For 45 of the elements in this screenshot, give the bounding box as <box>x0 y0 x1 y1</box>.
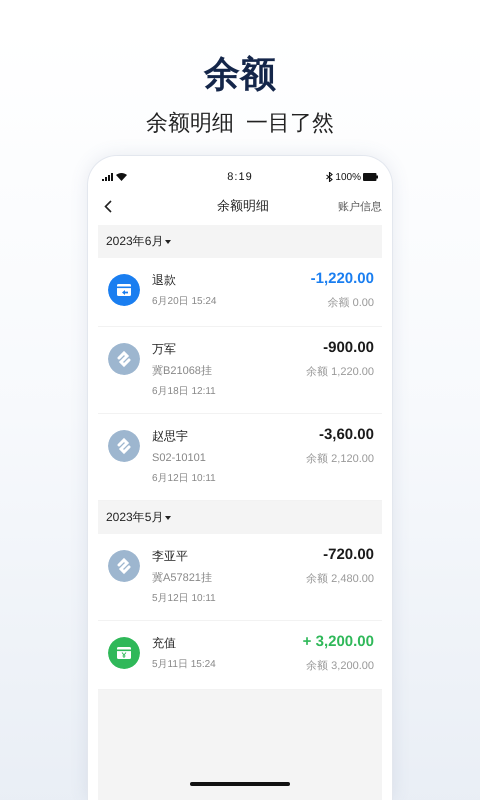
transaction-time: 5月11日 15:24 <box>152 658 217 672</box>
wallet-icon <box>108 274 140 306</box>
month-label: 2023年6月 <box>106 233 164 250</box>
signal-icon <box>102 173 113 181</box>
transaction-time: 5月12日 10:11 <box>152 592 217 606</box>
month-label: 2023年5月 <box>106 509 164 526</box>
transaction-row[interactable]: 万军 冀B21068挂 6月18日 12:11 -900.00 余额 1,220.00 <box>98 327 382 414</box>
transaction-row[interactable]: 李亚平 冀A57821挂 5月12日 10:11 -720.00 余额 2,480.00 <box>98 534 382 621</box>
transaction-name: 李亚平 <box>152 548 189 564</box>
transaction-name: 赵思宇 <box>152 428 189 444</box>
plate-number: S02-10101 <box>152 451 207 465</box>
screen-title: 余额明细 <box>216 197 270 215</box>
battery-icon <box>363 173 378 181</box>
wallet-icon <box>108 637 140 669</box>
month-header[interactable]: 2023年6月 <box>98 225 382 258</box>
headline: 余额 <box>204 52 276 96</box>
plate-number: 冀A57821挂 <box>152 571 213 585</box>
transaction-amount: -1,220.00 <box>310 270 374 288</box>
transaction-time: 6月12日 10:11 <box>152 472 217 486</box>
balance-text: 余额 0.00 <box>328 296 374 310</box>
back-icon[interactable] <box>104 200 112 212</box>
wifi-icon <box>116 173 127 181</box>
month-header[interactable]: 2023年5月 <box>98 501 382 534</box>
balance-text: 余额 2,480.00 <box>306 572 374 586</box>
balance-text: 余额 3,200.00 <box>306 659 374 673</box>
transaction-time: 6月18日 12:11 <box>152 385 217 399</box>
transaction-name: 充值 <box>152 635 177 651</box>
transaction-amount: + 3,200.00 <box>302 633 374 651</box>
balance-text: 余额 1,220.00 <box>306 365 374 379</box>
transaction-name: 退款 <box>152 272 177 288</box>
plate-number: 冀B21068挂 <box>152 364 213 378</box>
transaction-amount: -900.00 <box>323 339 374 357</box>
transaction-row[interactable]: 退款 6月20日 15:24 -1,220.00 余额 0.00 <box>98 258 382 327</box>
transaction-time: 6月20日 15:24 <box>152 295 218 309</box>
balance-text: 余额 2,120.00 <box>306 452 374 466</box>
subheadline: 余额明细 一目了然 <box>146 109 334 137</box>
status-time: 8:19 <box>226 171 254 183</box>
battery-percent: 100% <box>335 172 361 182</box>
transaction-amount: -3,60.00 <box>318 426 374 444</box>
caret-icon <box>165 240 172 244</box>
transaction-amount: -720.00 <box>323 546 374 564</box>
account-info-link[interactable]: 账户信息 <box>322 198 382 214</box>
caret-icon <box>165 516 172 520</box>
bluetooth-icon <box>326 172 334 182</box>
transaction-name: 万军 <box>152 341 177 357</box>
